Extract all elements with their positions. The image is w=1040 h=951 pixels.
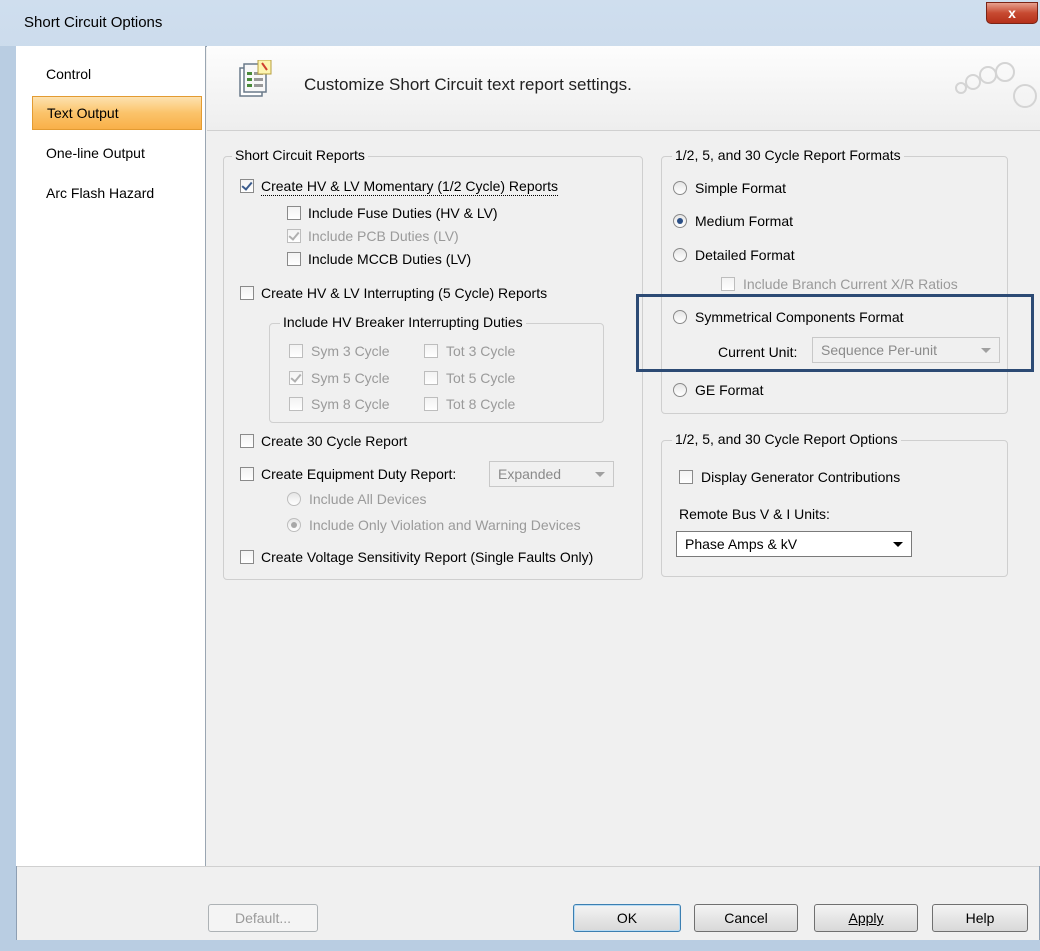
apply-label: Apply (848, 910, 884, 926)
fuse-duties-checkbox[interactable] (287, 206, 301, 220)
mccb-duties-label[interactable]: Include MCCB Duties (LV) (308, 250, 471, 268)
default-button[interactable]: Default... (208, 904, 318, 932)
medium-format-label[interactable]: Medium Format (695, 212, 793, 230)
help-button[interactable]: Help (932, 904, 1028, 932)
title-bar[interactable]: Short Circuit Options x (0, 0, 1040, 46)
apply-button[interactable]: Apply (814, 904, 918, 932)
fuse-duties-label[interactable]: Include Fuse Duties (HV & LV) (308, 204, 498, 222)
interrupting-reports-checkbox[interactable] (240, 286, 254, 300)
window-left-border (0, 46, 16, 940)
ok-button[interactable]: OK (573, 904, 681, 932)
sym3-label: Sym 3 Cycle (311, 343, 390, 359)
window-title: Short Circuit Options (24, 14, 163, 31)
remote-bus-value: Phase Amps & kV (685, 536, 798, 552)
all-devices-radio[interactable] (287, 492, 301, 506)
sym5-checkbox[interactable] (289, 371, 303, 385)
tot8-label: Tot 8 Cycle (446, 396, 516, 412)
sym5-label: Sym 5 Cycle (311, 370, 390, 386)
report-settings-icon (239, 60, 272, 97)
simple-format-radio[interactable] (673, 181, 687, 195)
window-bottom-border (0, 940, 1040, 951)
violation-devices-radio[interactable] (287, 518, 301, 532)
report-formats-title: 1/2, 5, and 30 Cycle Report Formats (672, 147, 904, 163)
remote-bus-dropdown[interactable]: Phase Amps & kV (676, 531, 912, 557)
short-circuit-reports-title: Short Circuit Reports (232, 147, 368, 163)
all-devices-label: Include All Devices (309, 491, 427, 507)
highlight-box (636, 294, 1034, 372)
equipment-duty-value: Expanded (498, 466, 562, 482)
nav-item-control[interactable]: Control (32, 57, 202, 91)
branch-xr-checkbox[interactable] (721, 277, 735, 291)
generator-contributions-checkbox[interactable] (679, 470, 693, 484)
medium-format-radio[interactable] (673, 214, 687, 228)
ge-format-label[interactable]: GE Format (695, 381, 763, 399)
pcb-duties-label: Include PCB Duties (LV) (308, 228, 459, 244)
chevron-down-icon (893, 542, 903, 547)
voltage-sensitivity-label[interactable]: Create Voltage Sensitivity Report (Singl… (261, 548, 593, 566)
nav-item-text-output[interactable]: Text Output (32, 96, 202, 130)
pcb-duties-checkbox[interactable] (287, 229, 301, 243)
close-button[interactable]: x (986, 2, 1038, 24)
tot5-label: Tot 5 Cycle (446, 370, 516, 386)
equipment-duty-checkbox[interactable] (240, 467, 254, 481)
remote-bus-label: Remote Bus V & I Units: (679, 506, 830, 522)
detailed-format-label[interactable]: Detailed Format (695, 246, 795, 264)
tot3-label: Tot 3 Cycle (446, 343, 516, 359)
cancel-button[interactable]: Cancel (694, 904, 798, 932)
equipment-duty-label[interactable]: Create Equipment Duty Report: (261, 465, 456, 483)
momentary-reports-checkbox[interactable] (240, 179, 254, 193)
voltage-sensitivity-checkbox[interactable] (240, 550, 254, 564)
equipment-duty-dropdown[interactable]: Expanded (489, 461, 614, 487)
generator-contributions-label[interactable]: Display Generator Contributions (701, 468, 900, 486)
cycle30-label[interactable]: Create 30 Cycle Report (261, 432, 407, 450)
sym8-label: Sym 8 Cycle (311, 396, 390, 412)
close-icon: x (1008, 5, 1016, 21)
header-description: Customize Short Circuit text report sett… (304, 75, 632, 94)
chevron-down-icon (595, 472, 605, 477)
cycle30-checkbox[interactable] (240, 434, 254, 448)
report-options-title: 1/2, 5, and 30 Cycle Report Options (672, 431, 901, 447)
mccb-duties-checkbox[interactable] (287, 252, 301, 266)
ge-format-radio[interactable] (673, 383, 687, 397)
sym8-checkbox[interactable] (289, 397, 303, 411)
violation-devices-label: Include Only Violation and Warning Devic… (309, 517, 581, 533)
detailed-format-radio[interactable] (673, 248, 687, 262)
nav-item-arc-flash-hazard[interactable]: Arc Flash Hazard (32, 176, 202, 210)
simple-format-label[interactable]: Simple Format (695, 179, 786, 197)
branch-xr-label: Include Branch Current X/R Ratios (743, 276, 958, 292)
hv-breaker-title: Include HV Breaker Interrupting Duties (280, 314, 526, 330)
momentary-reports-label[interactable]: Create HV & LV Momentary (1/2 Cycle) Rep… (261, 177, 558, 196)
tot8-checkbox[interactable] (424, 397, 438, 411)
tot5-checkbox[interactable] (424, 371, 438, 385)
nav-item-one-line-output[interactable]: One-line Output (32, 136, 202, 170)
sym3-checkbox[interactable] (289, 344, 303, 358)
tot3-checkbox[interactable] (424, 344, 438, 358)
interrupting-reports-label[interactable]: Create HV & LV Interrupting (5 Cycle) Re… (261, 284, 547, 302)
